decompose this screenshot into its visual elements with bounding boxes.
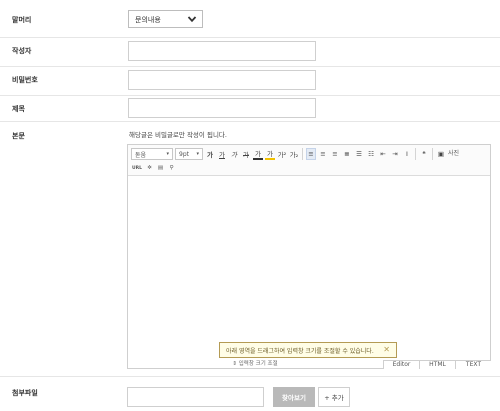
title-label: 제목 [12,105,25,113]
chevron-down-icon [187,16,197,23]
align-right-icon[interactable]: ≡ [330,148,340,160]
author-label: 작성자 [12,47,32,55]
special-char-icon[interactable]: ✲ [145,163,154,173]
tab-text[interactable]: TEXT [455,360,491,369]
align-justify-icon[interactable]: ≣ [342,148,352,160]
title-input[interactable] [128,98,316,118]
secret-notice: 해당글은 비밀글로만 작성이 됩니다. [129,131,227,139]
browse-button[interactable]: 찾아보기 [273,387,315,407]
unordered-list-icon[interactable]: ☷ [366,148,376,160]
chevron-down-icon: ▾ [196,151,199,157]
resize-tooltip: 아래 영역을 드래그하여 입력창 크기를 조절할 수 있습니다. ✕ [219,342,397,358]
subscript-icon[interactable]: 가₂ [289,148,299,160]
rich-text-editor[interactable]: 돋움 ▾ 9pt ▾ 가 가 가 가 가 가 가² 가₂ ≡ ≡ ≡ ≣ ☰ ☷… [127,144,491,369]
title-row: 제목 [0,96,500,122]
attachment-label: 첨부파일 [12,389,38,397]
font-size-value: 9pt [179,150,189,158]
clear-format-icon[interactable]: I [402,148,412,160]
superscript-icon[interactable]: 가² [277,148,287,160]
underline-icon[interactable]: 가 [217,148,227,160]
chevron-down-icon: ▾ [166,151,169,157]
author-row: 작성자 [0,38,500,67]
photo-label[interactable]: 사진 [448,148,459,161]
highlight-icon[interactable]: 가 [265,148,275,160]
add-file-button[interactable]: + 추가 [318,387,350,407]
editor-toolbar: 돋움 ▾ 9pt ▾ 가 가 가 가 가 가 가² 가₂ ≡ ≡ ≡ ≣ ☰ ☷… [128,145,490,176]
italic-icon[interactable]: 가 [229,148,239,160]
body-label: 본문 [12,132,25,140]
quote-icon[interactable]: ❝ [419,148,429,160]
search-icon[interactable]: ⚲ [167,163,176,173]
font-family-value: 돋움 [135,151,147,159]
close-icon[interactable]: ✕ [383,345,390,354]
tab-editor[interactable]: Editor [383,360,419,369]
strikethrough-icon[interactable]: 가 [241,148,251,160]
font-color-icon[interactable]: 가 [253,148,263,160]
ordered-list-icon[interactable]: ☰ [354,148,364,160]
category-select-value: 문의내용 [135,16,161,24]
font-size-select[interactable]: 9pt ▾ [175,148,203,160]
file-path-input[interactable] [127,387,264,407]
category-select[interactable]: 문의내용 [128,10,203,28]
photo-icon[interactable]: ▣ [436,148,446,160]
table-icon[interactable]: ▤ [156,163,165,173]
category-label: 말머리 [12,16,32,24]
toolbar-divider [415,148,416,160]
password-row: 비밀번호 [0,67,500,96]
resize-handle[interactable]: ⇕ 입력창 크기 조절 [127,360,383,369]
editor-mode-tabs: Editor HTML TEXT [383,360,491,369]
toolbar-divider [302,148,303,160]
font-family-select[interactable]: 돋움 ▾ [131,148,173,160]
align-center-icon[interactable]: ≡ [318,148,328,160]
align-left-icon[interactable]: ≡ [306,148,316,160]
url-icon[interactable]: URL [131,163,143,173]
password-label: 비밀번호 [12,76,38,84]
resize-tooltip-text: 아래 영역을 드래그하여 입력창 크기를 조절할 수 있습니다. [226,347,374,355]
author-input[interactable] [128,41,316,61]
outdent-icon[interactable]: ⇤ [378,148,388,160]
bold-icon[interactable]: 가 [205,148,215,160]
indent-icon[interactable]: ⇥ [390,148,400,160]
toolbar-divider [432,148,433,160]
tab-html[interactable]: HTML [419,360,455,369]
category-row: 말머리 문의내용 [0,0,500,38]
password-input[interactable] [128,70,316,90]
